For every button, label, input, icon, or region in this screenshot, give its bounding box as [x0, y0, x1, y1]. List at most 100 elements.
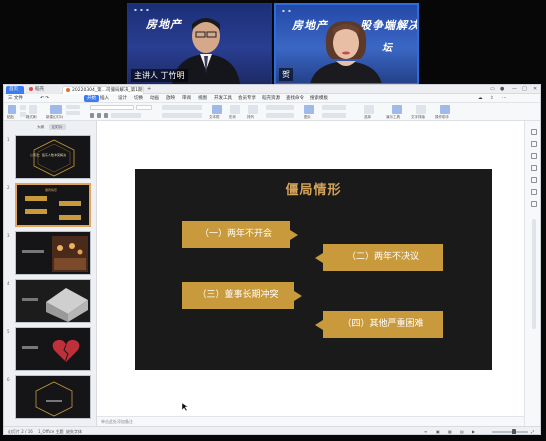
underline-icon[interactable] — [104, 113, 108, 118]
help-icon[interactable] — [531, 201, 537, 207]
slide-title[interactable]: 僵局情形 — [135, 179, 492, 198]
shapes-icon[interactable] — [230, 105, 240, 114]
replace-button[interactable] — [322, 113, 346, 118]
callout-item-4[interactable]: （四）其他严重困难 — [315, 311, 443, 338]
sorter-view-icon[interactable]: ▦ — [448, 427, 452, 434]
play-slideshow-icon[interactable]: ▶ — [472, 427, 475, 434]
menu-search-template[interactable]: 搜索模板 — [310, 94, 328, 103]
thumbnail-row[interactable]: 3 — [4, 231, 97, 277]
slide-thumbnail[interactable]: 公司法：股东人数冲突解决 — [15, 135, 91, 179]
picture-icon[interactable] — [304, 105, 314, 114]
shapes-label: 形状 — [229, 115, 236, 119]
menu-transition[interactable]: 切换 — [134, 94, 143, 103]
menu-docer[interactable]: 稻壳资源 — [262, 94, 280, 103]
paragraph-group[interactable] — [162, 105, 202, 110]
slide-thumbnail[interactable] — [15, 231, 91, 275]
design-ideas-icon[interactable] — [531, 153, 537, 159]
menu-view[interactable]: 视图 — [198, 94, 207, 103]
alignment-group[interactable] — [162, 113, 202, 118]
more-icon[interactable]: ⋯ — [502, 94, 507, 103]
menu-insert[interactable]: 插入 — [100, 94, 109, 103]
slide-thumbnail[interactable] — [15, 375, 91, 419]
mini-logo: ▪ ▪ — [282, 8, 292, 13]
paste-icon[interactable] — [8, 105, 16, 114]
menu-slideshow[interactable]: 放映 — [166, 94, 175, 103]
slide-thumbnail[interactable] — [15, 279, 91, 323]
font-effects-group[interactable] — [111, 113, 141, 118]
slide-thumbnail[interactable] — [15, 327, 91, 371]
thumbnail-row[interactable]: 6 — [4, 375, 97, 421]
tab-outline[interactable]: 大纲 — [34, 124, 47, 130]
object-properties-icon[interactable] — [531, 129, 537, 135]
tab-home[interactable]: 首页 — [6, 86, 24, 94]
cut-icon[interactable] — [20, 105, 26, 110]
notes-toggle-icon[interactable]: ≡ — [424, 427, 427, 434]
menu-design[interactable]: 设计 — [118, 94, 127, 103]
minimize-icon[interactable]: — — [512, 85, 517, 94]
text-box-icon[interactable] — [212, 105, 222, 114]
slide-editing-canvas[interactable]: 僵局情形 （一）两年不开会 （二）两年不决议 （三）董事长期冲突 （四）其他严重… — [97, 121, 524, 416]
thumbnail-row[interactable]: 2 僵局情形 — [4, 183, 97, 229]
video-tile-host[interactable]: ▪ ▪ 房地产 股争端解决 坛 贺 — [274, 3, 419, 85]
effects-group[interactable] — [266, 113, 294, 118]
menu-devtools[interactable]: 开发工具 — [214, 94, 232, 103]
menu-find-command[interactable]: 查找命令 — [286, 94, 304, 103]
layout-button[interactable] — [66, 105, 80, 109]
broken-heart-icon — [22, 339, 80, 363]
menu-start[interactable]: 开始 — [84, 95, 99, 102]
presentation-tools-icon[interactable] — [392, 105, 402, 114]
italic-icon[interactable] — [97, 113, 101, 118]
zoom-slider-knob[interactable] — [512, 429, 516, 434]
tab-daoke[interactable]: 稻壳 — [26, 86, 60, 94]
section-button[interactable] — [66, 111, 80, 115]
share-icon[interactable]: ⇪ — [490, 94, 494, 103]
menu-undo-icon[interactable]: ↶ ↷ — [40, 94, 49, 103]
bold-icon[interactable] — [90, 113, 94, 118]
arrange-icon[interactable] — [248, 105, 258, 114]
missing-font-indicator[interactable]: 缺失字体 — [66, 427, 82, 434]
select-icon[interactable] — [364, 105, 374, 114]
backup-icon[interactable] — [531, 165, 537, 171]
find-button[interactable] — [322, 105, 346, 110]
fit-window-icon[interactable]: ⤢ — [531, 427, 534, 434]
close-icon[interactable]: ✕ — [533, 85, 537, 94]
new-tab-icon[interactable]: + — [147, 85, 151, 94]
arrange-label: 排列 — [247, 115, 254, 119]
format-painter-icon[interactable] — [29, 105, 37, 114]
notes-pane[interactable]: 单击此处添加备注 — [97, 416, 524, 426]
zoom-slider[interactable] — [492, 429, 528, 434]
window-layout-icon[interactable]: ▭ — [490, 85, 495, 94]
thumbnail-row[interactable]: 4 — [4, 279, 97, 325]
menu-file[interactable]: 三 文件 — [8, 94, 23, 103]
tab-slides[interactable]: 幻灯片 — [49, 124, 66, 130]
thumbnail-row[interactable]: 1 公司法：股东人数冲突解决 — [4, 135, 97, 181]
share-icon[interactable] — [531, 189, 537, 195]
current-slide[interactable]: 僵局情形 （一）两年不开会 （二）两年不决议 （三）董事长期冲突 （四）其他严重… — [135, 169, 492, 370]
text-layout-icon[interactable] — [416, 105, 426, 114]
thumbnail-row[interactable]: 5 — [4, 327, 97, 373]
normal-view-icon[interactable]: ▣ — [436, 427, 440, 434]
fill-outline-group[interactable] — [266, 105, 294, 110]
callout-item-2[interactable]: （二）两年不决议 — [315, 244, 443, 271]
cloud-sync-icon[interactable]: ☁ — [478, 94, 483, 103]
tab-document[interactable]: 20220304_第...司僵局解决_第1期 — [62, 86, 144, 94]
account-avatar-icon[interactable]: ● — [500, 85, 504, 94]
callout-item-1[interactable]: （一）两年不开会 — [182, 221, 298, 248]
history-icon[interactable] — [531, 177, 537, 183]
new-slide-icon[interactable] — [50, 105, 62, 114]
picture-label: 图片 — [304, 115, 311, 119]
maximize-icon[interactable]: □ — [522, 85, 527, 94]
vertical-scrollbar[interactable] — [532, 219, 536, 329]
menu-review[interactable]: 审阅 — [182, 94, 191, 103]
reading-view-icon[interactable]: ▤ — [460, 427, 464, 434]
menu-member[interactable]: 会员专享 — [238, 94, 256, 103]
menu-animation[interactable]: 动画 — [150, 94, 159, 103]
font-size-select[interactable] — [136, 105, 152, 110]
assistant-icon[interactable] — [440, 105, 450, 114]
animation-pane-icon[interactable] — [531, 141, 537, 147]
video-tile-speaker[interactable]: ▪ ▪ ▪ 房地产 主讲人 丁竹明 — [127, 3, 272, 85]
house-sketch-icon — [16, 280, 90, 322]
slide-thumbnail-selected[interactable]: 僵局情形 — [15, 183, 91, 227]
font-name-select[interactable] — [90, 105, 134, 110]
callout-item-3[interactable]: （三）董事长期冲突 — [182, 282, 302, 309]
